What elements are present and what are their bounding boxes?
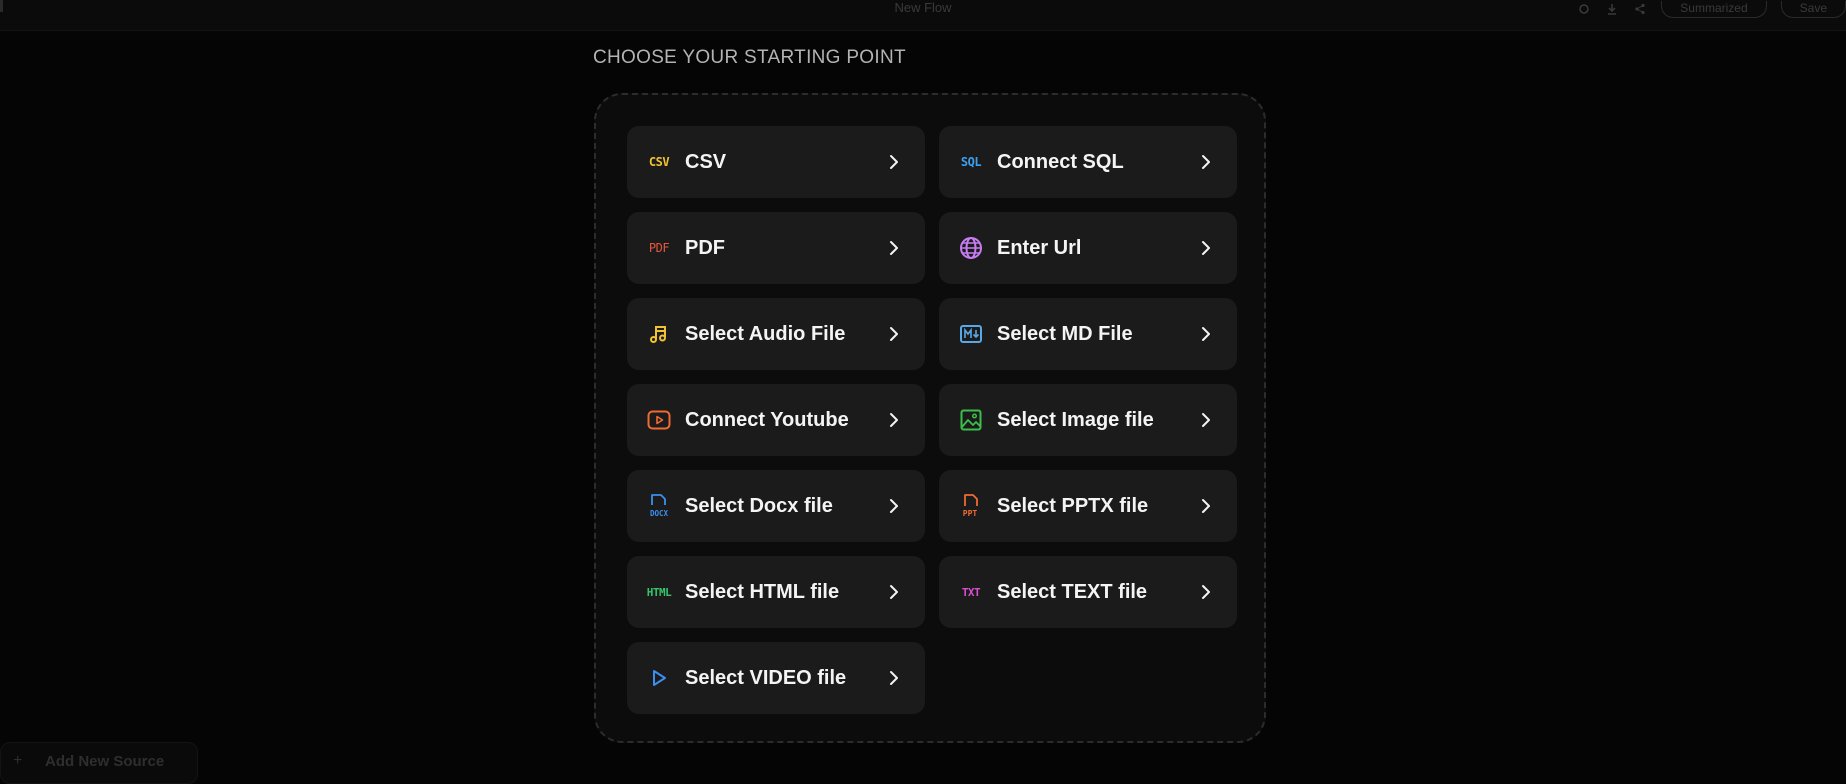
chevron-right-icon bbox=[1197, 583, 1215, 601]
save-button[interactable]: Save bbox=[1780, 0, 1846, 18]
chevron-right-icon bbox=[885, 497, 903, 515]
source-label: Select HTML file bbox=[685, 580, 840, 603]
summarized-button[interactable]: Summarized bbox=[1661, 0, 1767, 18]
pdf-icon: PDF bbox=[648, 241, 670, 255]
chevron-right-icon bbox=[885, 325, 903, 343]
source-label: Connect SQL bbox=[997, 150, 1124, 173]
source-card-youtube[interactable]: Connect Youtube bbox=[627, 384, 925, 456]
chevron-right-icon bbox=[1197, 411, 1215, 429]
page-title: CHOOSE YOUR STARTING POINT bbox=[593, 47, 906, 68]
chevron-right-icon bbox=[1197, 497, 1215, 515]
gear-icon[interactable] bbox=[1577, 2, 1591, 16]
youtube-icon bbox=[645, 406, 673, 434]
source-label: PDF bbox=[685, 236, 725, 259]
markdown-icon bbox=[957, 320, 985, 348]
chevron-right-icon bbox=[885, 239, 903, 257]
source-label: Select Image file bbox=[997, 408, 1154, 431]
svg-text:DOCX: DOCX bbox=[650, 509, 669, 518]
share-icon[interactable] bbox=[1633, 2, 1647, 16]
add-new-source-label: Add New Source bbox=[45, 753, 165, 770]
source-label: Select PPTX file bbox=[997, 494, 1149, 517]
chevron-right-icon bbox=[1197, 325, 1215, 343]
add-new-source-button[interactable]: + Add New Source bbox=[0, 742, 198, 784]
source-card-html[interactable]: HTML Select HTML file bbox=[627, 556, 925, 628]
docx-icon: DOCX bbox=[645, 492, 673, 520]
svg-text:PPT: PPT bbox=[963, 509, 978, 518]
source-label: Select Audio File bbox=[685, 322, 846, 345]
source-card-md[interactable]: Select MD File bbox=[939, 298, 1237, 370]
source-card-audio[interactable]: Select Audio File bbox=[627, 298, 925, 370]
source-label: Select VIDEO file bbox=[685, 666, 847, 689]
source-card-text[interactable]: TXT Select TEXT file bbox=[939, 556, 1237, 628]
top-bar: New Flow Summarized Save bbox=[0, 0, 1846, 31]
plus-icon: + bbox=[13, 752, 23, 769]
chevron-right-icon bbox=[1197, 153, 1215, 171]
sql-icon: SQL bbox=[960, 155, 982, 169]
source-card-pdf[interactable]: PDF PDF bbox=[627, 212, 925, 284]
source-card-image[interactable]: Select Image file bbox=[939, 384, 1237, 456]
top-bar-actions: Summarized Save bbox=[1577, 0, 1846, 18]
source-label: CSV bbox=[685, 150, 727, 173]
source-label: Connect Youtube bbox=[685, 408, 849, 431]
globe-icon bbox=[957, 234, 985, 262]
flow-title: New Flow bbox=[894, 0, 952, 15]
source-card-pptx[interactable]: PPT Select PPTX file bbox=[939, 470, 1237, 542]
chevron-right-icon bbox=[885, 411, 903, 429]
source-card-sql[interactable]: SQL Connect SQL bbox=[939, 126, 1237, 198]
source-grid: CSV CSV SQL Connect SQL PDF PDF Enter Ur… bbox=[627, 126, 1237, 714]
play-icon bbox=[645, 664, 673, 692]
html-icon: HTML bbox=[646, 585, 672, 599]
source-label: Select TEXT file bbox=[997, 580, 1148, 603]
csv-icon: CSV bbox=[648, 155, 670, 169]
source-label: Select Docx file bbox=[685, 494, 833, 517]
pptx-icon: PPT bbox=[957, 492, 985, 520]
source-card-csv[interactable]: CSV CSV bbox=[627, 126, 925, 198]
music-icon bbox=[645, 320, 673, 348]
text-icon: TXT bbox=[961, 585, 981, 599]
source-label: Select MD File bbox=[997, 322, 1133, 345]
chevron-right-icon bbox=[885, 583, 903, 601]
download-icon[interactable] bbox=[1605, 2, 1619, 16]
source-selection-panel: CSV CSV SQL Connect SQL PDF PDF Enter Ur… bbox=[594, 93, 1266, 743]
source-label: Enter Url bbox=[997, 236, 1082, 259]
chevron-right-icon bbox=[1197, 239, 1215, 257]
chevron-right-icon bbox=[885, 669, 903, 687]
chevron-right-icon bbox=[885, 153, 903, 171]
image-icon bbox=[957, 406, 985, 434]
source-card-docx[interactable]: DOCX Select Docx file bbox=[627, 470, 925, 542]
source-card-url[interactable]: Enter Url bbox=[939, 212, 1237, 284]
source-card-video[interactable]: Select VIDEO file bbox=[627, 642, 925, 714]
